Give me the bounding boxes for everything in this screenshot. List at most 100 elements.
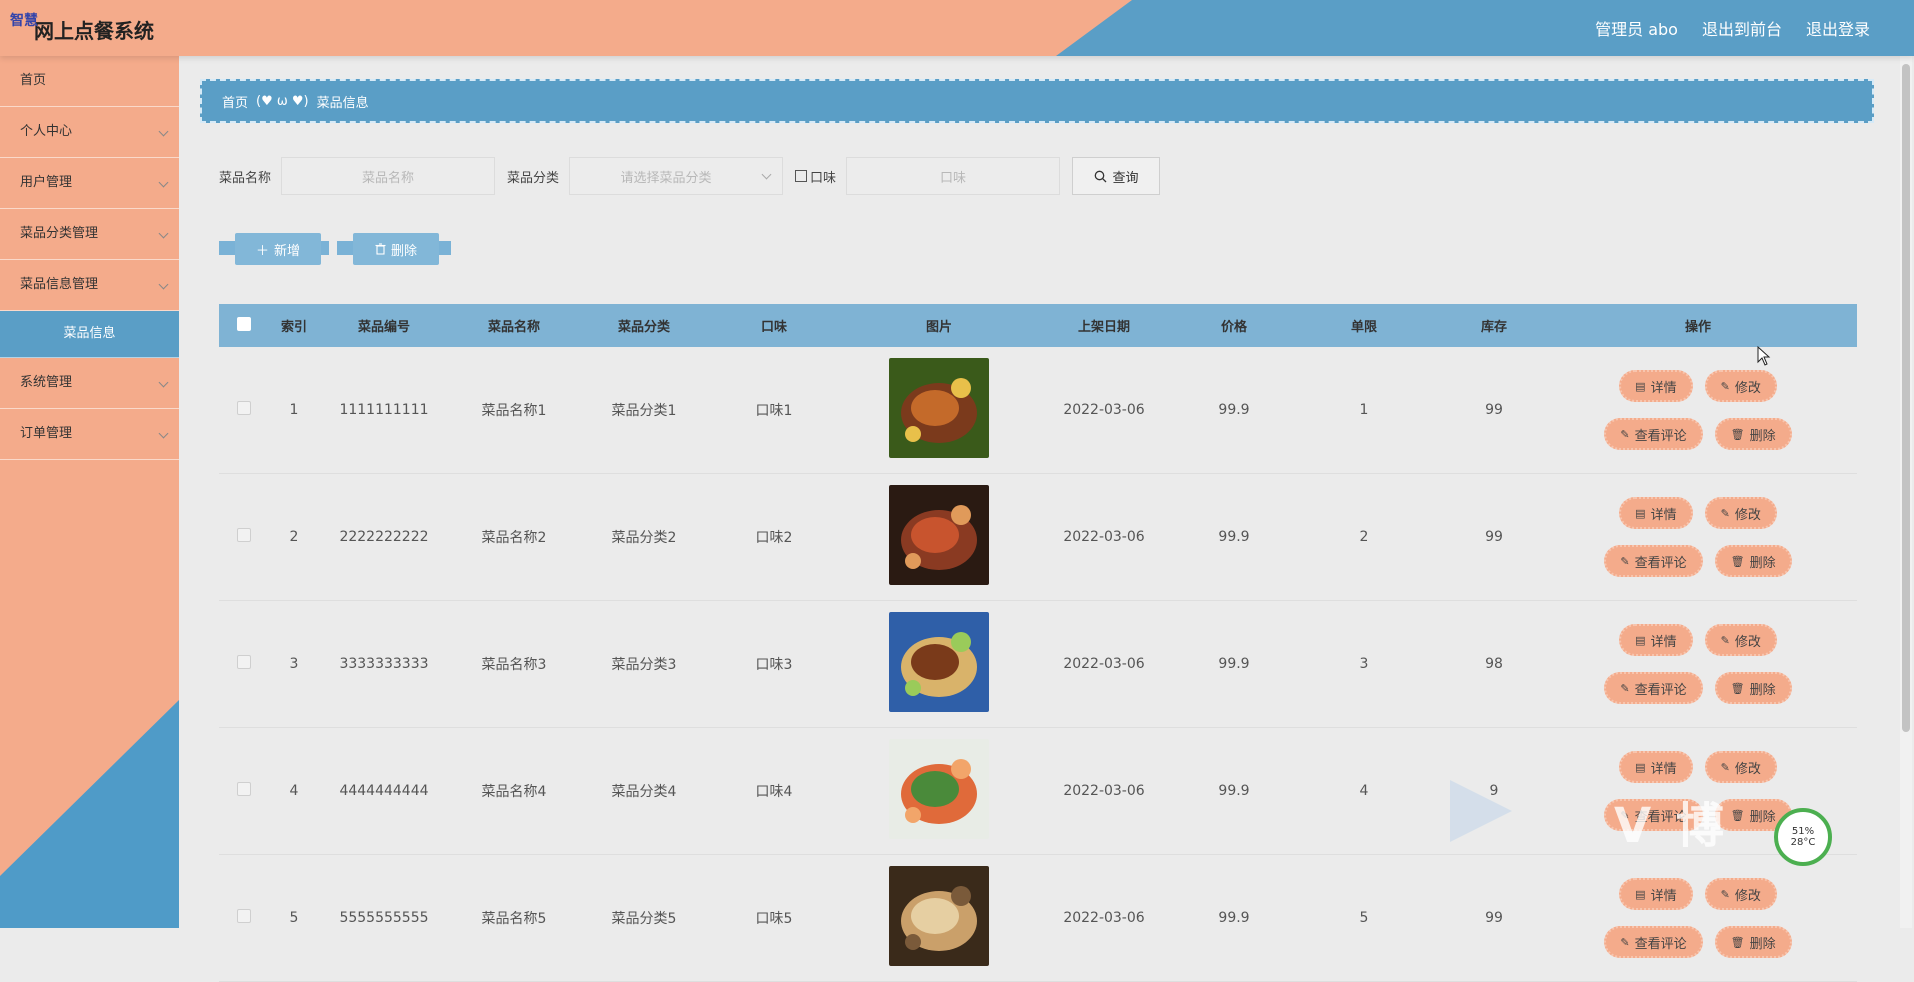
dish-image[interactable] bbox=[889, 612, 989, 712]
delete-button[interactable]: 🗑 删除 bbox=[1714, 926, 1792, 958]
trash-icon: 🗑 bbox=[1730, 681, 1745, 695]
dish-image[interactable] bbox=[889, 866, 989, 966]
detail-button[interactable]: ▤ 详情 bbox=[1619, 878, 1693, 910]
row-checkbox[interactable] bbox=[237, 528, 251, 542]
chevron-down-icon bbox=[158, 377, 169, 388]
cell-code: 2222222222 bbox=[339, 529, 429, 545]
logout-link[interactable]: 退出登录 bbox=[1806, 16, 1870, 40]
cell-image bbox=[839, 485, 1039, 589]
cell-price: 99.9 bbox=[1218, 529, 1250, 545]
select-all-checkbox[interactable] bbox=[237, 316, 251, 331]
dish-name-input[interactable]: 菜品名称 bbox=[281, 157, 496, 195]
view-comments-button[interactable]: ✎ 查看评论 bbox=[1604, 545, 1703, 577]
table-row: 4 4444444444 菜品名称4 菜品分类4 口味4 2022-03-06 99.9 4 9… bbox=[219, 728, 1857, 855]
plus-icon: ＋ bbox=[255, 243, 269, 259]
batch-delete-button[interactable]: 删除 bbox=[353, 233, 439, 265]
cell-taste: 口味3 bbox=[755, 657, 793, 673]
pencil-icon: ✎ bbox=[1620, 427, 1630, 441]
breadcrumb-separator: (♥ ω ♥) bbox=[256, 93, 309, 109]
document-icon: ▤ bbox=[1635, 506, 1646, 520]
trash-icon bbox=[375, 243, 386, 255]
delete-button[interactable]: 🗑 删除 bbox=[1714, 418, 1792, 450]
sidebar-item-7[interactable]: 订单管理 bbox=[0, 409, 179, 460]
sidebar-item-4[interactable]: 菜品信息管理 bbox=[0, 260, 179, 311]
view-comments-button-label: 查看评论 bbox=[1634, 682, 1687, 698]
dish-image[interactable] bbox=[889, 485, 989, 585]
operation-line: ▤ 详情 ✎ 修改 bbox=[1619, 497, 1777, 529]
cell-limit: 4 bbox=[1359, 783, 1369, 799]
view-comments-button-label: 查看评论 bbox=[1634, 428, 1687, 444]
cell-date: 2022-03-06 bbox=[1063, 910, 1145, 926]
sidebar-item-5[interactable]: 菜品信息 bbox=[0, 311, 179, 358]
pencil-icon: ✎ bbox=[1620, 554, 1630, 568]
cell-operations: ▤ 详情 ✎ 修改 ✎ 查看评论 🗑 删除 bbox=[1559, 878, 1837, 958]
detail-button[interactable]: ▤ 详情 bbox=[1619, 370, 1693, 402]
column-header: 索引 bbox=[280, 320, 307, 335]
edit-button[interactable]: ✎ 修改 bbox=[1704, 751, 1777, 783]
edit-button-label: 修改 bbox=[1734, 888, 1761, 904]
add-button[interactable]: ＋ 新增 bbox=[235, 233, 321, 265]
pencil-icon: ✎ bbox=[1720, 379, 1730, 393]
dish-category-select[interactable]: 请选择菜品分类 bbox=[569, 157, 784, 195]
query-button[interactable]: 查询 bbox=[1072, 157, 1161, 195]
sidebar-item-1[interactable]: 个人中心 bbox=[0, 107, 179, 158]
admin-user-label: 管理员 abo bbox=[1595, 20, 1678, 39]
taste-placeholder: 口味 bbox=[940, 170, 967, 186]
trash-icon: 🗑 bbox=[1730, 935, 1745, 949]
top-header: 网上点餐系统 智慧 管理员 abo 退出到前台 退出登录 bbox=[0, 0, 1914, 56]
cell-price: 99.9 bbox=[1218, 402, 1250, 418]
breadcrumb-home[interactable]: 首页 bbox=[222, 92, 248, 111]
back-to-front-link[interactable]: 退出到前台 bbox=[1702, 16, 1782, 40]
pencil-icon: ✎ bbox=[1720, 887, 1730, 901]
column-header: 图片 bbox=[925, 320, 952, 335]
view-comments-button[interactable]: ✎ 查看评论 bbox=[1604, 926, 1703, 958]
dish-name-label: 菜品名称 bbox=[219, 170, 272, 186]
table-body: 1 1111111111 菜品名称1 菜品分类1 口味1 2022-03-06 99.9 1 9… bbox=[219, 347, 1857, 982]
row-checkbox[interactable] bbox=[237, 401, 251, 415]
row-checkbox[interactable] bbox=[237, 909, 251, 923]
edit-button[interactable]: ✎ 修改 bbox=[1704, 497, 1777, 529]
taste-square-icon bbox=[795, 170, 808, 182]
operation-line: ✎ 查看评论 🗑 删除 bbox=[1604, 672, 1792, 704]
edit-button[interactable]: ✎ 修改 bbox=[1704, 624, 1777, 656]
chevron-down-icon bbox=[158, 279, 169, 290]
sidebar-item-6[interactable]: 系统管理 bbox=[0, 358, 179, 409]
cell-name: 菜品名称1 bbox=[481, 403, 547, 419]
sidebar-item-0[interactable]: 首页 bbox=[0, 56, 179, 107]
search-bar: 菜品名称 菜品名称 菜品分类 请选择菜品分类 口味 口味 查询 bbox=[219, 157, 1161, 195]
detail-button-label: 详情 bbox=[1650, 380, 1677, 396]
sidebar-item-label: 系统管理 bbox=[20, 375, 73, 390]
dish-image[interactable] bbox=[889, 358, 989, 458]
cell-image bbox=[839, 358, 1039, 462]
delete-button-label: 删除 bbox=[1749, 682, 1776, 698]
detail-button[interactable]: ▤ 详情 bbox=[1619, 751, 1693, 783]
sidebar-item-2[interactable]: 用户管理 bbox=[0, 158, 179, 209]
column-header: 上架日期 bbox=[1077, 320, 1130, 335]
scrollbar-thumb[interactable] bbox=[1902, 64, 1910, 732]
row-checkbox[interactable] bbox=[237, 782, 251, 796]
detail-button[interactable]: ▤ 详情 bbox=[1619, 624, 1693, 656]
delete-button[interactable]: 🗑 删除 bbox=[1714, 545, 1792, 577]
page-scrollbar[interactable] bbox=[1900, 56, 1912, 928]
view-comments-button[interactable]: ✎ 查看评论 bbox=[1604, 418, 1703, 450]
edit-button[interactable]: ✎ 修改 bbox=[1704, 878, 1777, 910]
sidebar-menu: 首页 个人中心 用户管理 菜品分类管理 菜品信息管理 菜品信息系统管理订单管理 bbox=[0, 56, 179, 460]
cell-stock: 98 bbox=[1485, 656, 1503, 672]
sidebar-item-3[interactable]: 菜品分类管理 bbox=[0, 209, 179, 260]
detail-button[interactable]: ▤ 详情 bbox=[1619, 497, 1693, 529]
cell-taste: 口味2 bbox=[755, 530, 793, 546]
row-checkbox[interactable] bbox=[237, 655, 251, 669]
taste-input[interactable]: 口味 bbox=[846, 157, 1061, 195]
system-monitor-gauge: 51% 28°C bbox=[1774, 808, 1832, 866]
pencil-icon: ✎ bbox=[1620, 935, 1630, 949]
delete-button[interactable]: 🗑 删除 bbox=[1714, 672, 1792, 704]
view-comments-button[interactable]: ✎ 查看评论 bbox=[1604, 672, 1703, 704]
dish-image[interactable] bbox=[889, 739, 989, 839]
operation-line: ▤ 详情 ✎ 修改 bbox=[1619, 370, 1777, 402]
edit-button[interactable]: ✎ 修改 bbox=[1704, 370, 1777, 402]
cell-category: 菜品分类5 bbox=[611, 911, 677, 927]
column-header: 单限 bbox=[1350, 320, 1377, 335]
edit-button-label: 修改 bbox=[1734, 761, 1761, 777]
gauge-percent: 51% bbox=[1791, 826, 1815, 837]
dish-name-placeholder: 菜品名称 bbox=[362, 170, 415, 186]
